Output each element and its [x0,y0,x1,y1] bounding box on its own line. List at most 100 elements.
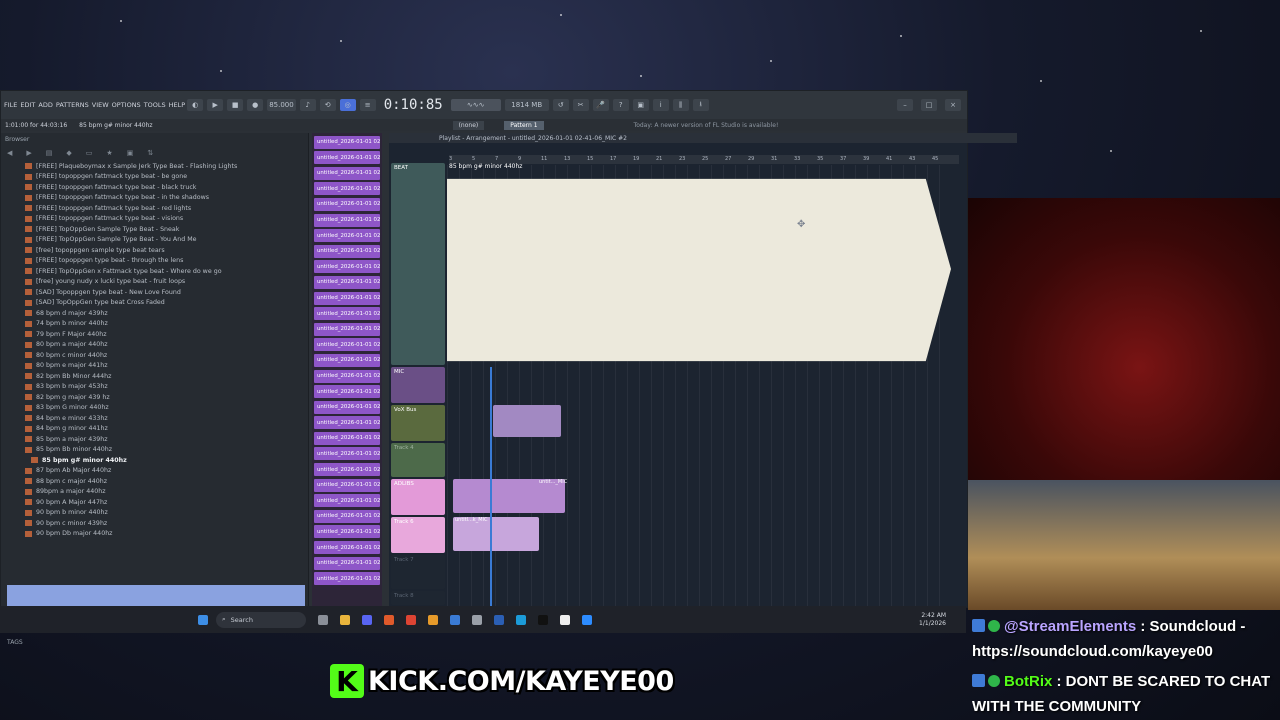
browser-item[interactable]: [SAD] Topoppgen type beat - New Love Fou… [1,287,308,298]
clip-source-item[interactable]: untitled_2026-01-01 02-... [314,525,380,539]
browser-item[interactable]: [FREE] topoppgen type beat - through the… [1,256,308,267]
browser-item[interactable]: 85 bpm g# minor 440hz [1,455,308,466]
play-button[interactable]: ▶ [207,99,224,111]
fl-studio-icon[interactable] [428,614,438,625]
metronome-icon[interactable]: ♪ [299,99,316,111]
clip-source-item[interactable]: untitled_2026-01-01 02-... [314,291,380,305]
track-header-mic[interactable]: MIC [391,367,445,403]
browser-item[interactable]: [SAD] TopOppGen type beat Cross Faded [1,298,308,309]
clip-source-item[interactable]: untitled_2026-01-01 02-... [314,244,380,258]
download-icon[interactable]: ⭳ [692,99,709,111]
browser-item[interactable]: [FREE] topoppgen fattmack type beat - in… [1,193,308,204]
clip-source-item[interactable]: untitled_2026-01-01 02-... [314,509,380,523]
browser-item[interactable]: 90 bpm A Major 447hz [1,497,308,508]
browser-item[interactable]: 90 bpm b minor 440hz [1,508,308,519]
browser-item[interactable]: [FREE] TopOppGen x Fattmack type beat - … [1,266,308,277]
clip-source-item[interactable]: untitled_2026-01-01 02-... [314,229,380,243]
clip-source-item[interactable]: untitled_2026-01-01 02-... [314,556,380,570]
edge-icon[interactable] [516,614,526,625]
browser-item[interactable]: [FREE] topoppgen fattmack type beat - vi… [1,214,308,225]
undo-icon[interactable]: ↺ [552,99,569,111]
loop-record-icon[interactable]: ◎ [339,99,356,111]
task-view-icon[interactable] [318,614,328,625]
star-icon[interactable]: ★ [106,149,112,157]
browser-item[interactable]: 83 bpm G minor 440hz [1,403,308,414]
clip-source-item[interactable]: untitled_2026-01-01 02-... [314,275,380,289]
settings-icon[interactable] [472,614,482,625]
clip-source-item[interactable]: untitled_2026-01-01 02-... [314,369,380,383]
browser-item[interactable]: 87 bpm Ab Major 440hz [1,466,308,477]
browser-item[interactable]: 80 bpm c minor 440hz [1,350,308,361]
browser-item[interactable]: 79 bpm F Major 440hz [1,329,308,340]
clip-source-item[interactable]: untitled_2026-01-01 02-... [314,182,380,196]
clip-source-item[interactable]: untitled_2026-01-01 02-... [314,494,380,508]
clip-source-item[interactable]: untitled_2026-01-01 02-... [314,151,380,165]
cut-icon[interactable]: ✂ [572,99,589,111]
clip-source-item[interactable]: untitled_2026-01-01 02-... [314,431,380,445]
track-header-vox-bus[interactable]: VoX Bus [391,405,445,441]
menu-help[interactable]: HELP [169,101,186,109]
taskbar-clock[interactable]: 2:42 AM 1/1/2026 [919,612,946,628]
clip-source-item[interactable]: untitled_2026-01-01 02-... [314,197,380,211]
clip-source-item[interactable]: untitled_2026-01-01 02-... [314,541,380,555]
folder-icon[interactable]: ▭ [86,149,93,157]
save-icon[interactable]: ▣ [632,99,649,111]
playhead[interactable] [490,367,492,607]
maximize-icon[interactable]: □ [921,99,937,111]
browser-item[interactable]: 89bpm a major 440hz [1,487,308,498]
filter-icon[interactable]: ◆ [66,149,71,157]
browser-item[interactable]: 88 bpm c major 440hz [1,476,308,487]
browser-item[interactable]: 68 bpm d major 439hz [1,308,308,319]
menu-patterns[interactable]: PATTERNS [56,101,89,109]
collapse-icon[interactable]: ▤ [46,149,53,157]
help-icon[interactable]: ? [612,99,629,111]
close-icon[interactable]: × [945,99,961,111]
zoom-icon[interactable] [582,614,592,625]
snap-select[interactable]: (none) [452,120,485,130]
track-header-track7[interactable]: Track 7 [391,555,445,589]
clip-source-item[interactable]: untitled_2026-01-01 02-... [314,463,380,477]
clip-source-item[interactable]: untitled_2026-01-01 02-... [314,353,380,367]
windows-start-icon[interactable] [198,614,208,625]
menu-add[interactable]: ADD [38,101,52,109]
mic-icon[interactable]: 🎤 [592,99,609,111]
blend-notes-icon[interactable]: ≡ [359,99,376,111]
calendar-icon[interactable] [450,614,460,625]
beat-audio-clip[interactable] [447,178,951,362]
clip-source-item[interactable]: untitled_2026-01-01 02-... [314,260,380,274]
browser-item[interactable]: 85 bpm Bb minor 440hz [1,445,308,456]
browser-item[interactable]: [FREE] topoppgen fattmack type beat - bl… [1,182,308,193]
clip-source-item[interactable]: untitled_2026-01-01 02-... [314,385,380,399]
browser-item[interactable]: [free] topoppgen sample type beat tears [1,245,308,256]
menu-view[interactable]: VIEW [92,101,109,109]
menu-options[interactable]: OPTIONS [112,101,141,109]
tempo-display[interactable]: 85.000 [267,99,296,111]
timeline-ruler[interactable]: 3 5 7 9 11 13 15 17 19 21 23 25 27 29 31 33 35 37 39 41 43 45 [449,155,959,164]
clip-source-item[interactable]: untitled_2026-01-01 02-... [314,478,380,492]
clip-source-item[interactable]: untitled_2026-01-01 02-... [314,166,380,180]
pattern-select[interactable]: Pattern 1 [504,120,544,130]
menu-tools[interactable]: TOOLS [144,101,166,109]
info-icon[interactable]: i [652,99,669,111]
clip-source-item[interactable]: untitled_2026-01-01 02-... [314,322,380,336]
update-notice[interactable]: Today: A newer version of FL Studio is a… [634,122,779,129]
browser-item[interactable]: [FREE] Plaqueboymax x Sample Jerk Type B… [1,161,308,172]
brave-icon[interactable] [384,614,394,625]
menu-file[interactable]: FILE [4,101,17,109]
sort-icon[interactable]: ⇅ [147,149,153,157]
browser-item[interactable]: [free] young nudy x lucki type beat - fr… [1,277,308,288]
track-header-adlibs[interactable]: ADLIBS [391,479,445,515]
tiktok-icon[interactable] [538,614,548,625]
mixer-icon[interactable]: ⫼ [672,99,689,111]
browser-item[interactable]: 83 bpm b major 453hz [1,382,308,393]
browser-item[interactable]: 80 bpm e major 441hz [1,361,308,372]
browser-item[interactable]: 85 bpm a major 439hz [1,434,308,445]
browser-item[interactable]: 82 bpm Bb Minor 444hz [1,371,308,382]
clip-source-item[interactable]: untitled_2026-01-01 02-... [314,572,380,586]
track-header-track6[interactable]: Track 6 [391,517,445,553]
track-header-track8[interactable]: Track 8 [391,591,445,605]
view-icon[interactable]: ▣ [127,149,134,157]
browser-item[interactable]: [FREE] TopOppGen Sample Type Beat - You … [1,235,308,246]
taskbar-search[interactable]: ⌕ Search [216,611,306,628]
record-button[interactable]: ● [247,99,264,111]
